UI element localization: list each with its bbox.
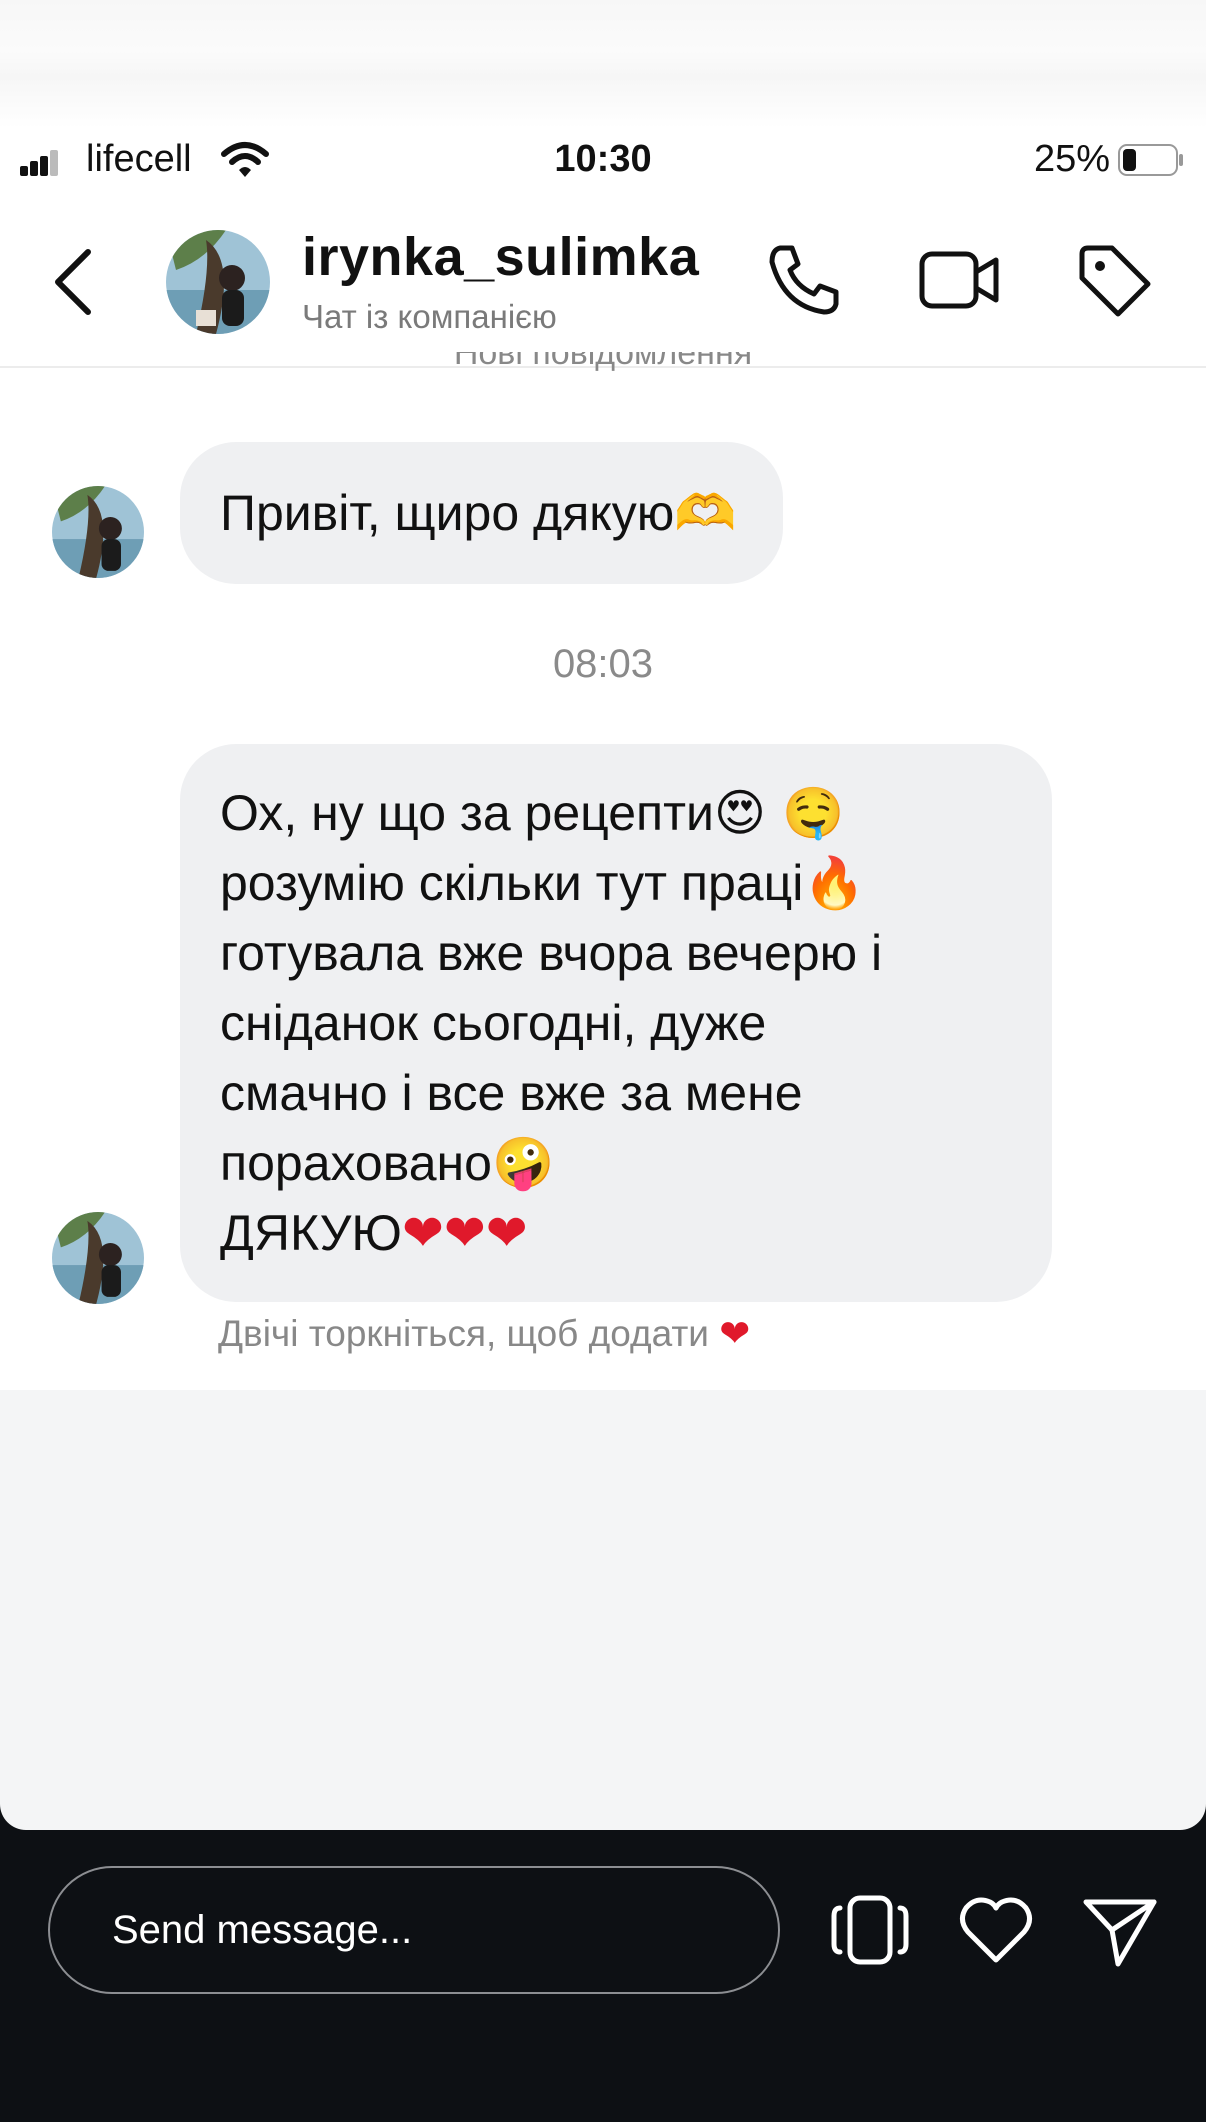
back-icon[interactable] <box>48 246 100 318</box>
send-icon[interactable] <box>1080 1890 1160 1970</box>
chat-username[interactable]: irynka_sulimka <box>302 226 699 288</box>
message-timestamp: 08:03 <box>552 642 654 686</box>
status-time: 10:30 <box>554 138 652 180</box>
phone-icon[interactable] <box>764 240 844 320</box>
message-bubble[interactable]: Ох, ну що за рецепти😍 🤤 розумію скільки … <box>180 744 1052 1302</box>
battery-percent: 25% <box>1033 138 1110 180</box>
new-messages-divider: Нові повідомлення <box>453 352 753 372</box>
status-bar: lifecell 10:30 25% <box>0 128 1206 190</box>
message-line: сніданок сьогодні, дуже <box>220 995 767 1051</box>
fire-emoji: 🔥 <box>803 854 866 912</box>
message-line: пораховано🤪 <box>220 1134 555 1192</box>
story-screenshot-sheet: lifecell 10:30 25% irynka_sulimka Чат із… <box>0 0 1206 1830</box>
avatar[interactable] <box>166 230 270 334</box>
chat-header: irynka_sulimka Чат із компанією <box>0 218 1206 368</box>
heart-icon[interactable] <box>956 1890 1036 1970</box>
video-call-icon[interactable] <box>918 242 1002 318</box>
send-message-input[interactable] <box>48 1866 780 1994</box>
story-page: lifecell 10:30 25% irynka_sulimka Чат із… <box>0 0 1206 2122</box>
flip-camera-icon[interactable] <box>830 1890 910 1970</box>
double-tap-hint: Двічі торкніться, щоб додати ❤ <box>218 1312 751 1355</box>
battery-icon <box>1118 144 1183 176</box>
message-line: Ох, ну що за рецепти😍 🤤 <box>220 784 845 842</box>
avatar-photo <box>52 486 144 578</box>
heart-hands-emoji: 🫶 <box>674 484 737 542</box>
chat-subtitle: Чат із компанією <box>302 298 557 335</box>
top-fade <box>0 0 1206 128</box>
tag-icon[interactable] <box>1074 240 1154 320</box>
message-line: готувала вже вчора вечерю і <box>220 925 883 981</box>
zany-face-emoji: 🤪 <box>491 1134 555 1192</box>
message-text: Привіт, щиро дякую <box>220 485 675 541</box>
message-line: розумію скільки тут праці🔥 <box>220 854 866 912</box>
message-line: ДЯКУЮ❤❤❤ <box>220 1204 528 1262</box>
message-avatar[interactable] <box>52 1212 144 1304</box>
avatar-photo <box>166 230 270 334</box>
message-avatar[interactable] <box>52 486 144 578</box>
emoji: 😍 🤤 <box>713 784 845 842</box>
red-hearts-emoji: ❤❤❤ <box>401 1204 528 1262</box>
avatar-photo <box>52 1212 144 1304</box>
message-bubble[interactable]: Привіт, щиро дякую🫶 <box>180 442 783 584</box>
red-heart-emoji: ❤ <box>719 1312 751 1355</box>
message-line: смачно і все вже за мене <box>220 1065 803 1121</box>
